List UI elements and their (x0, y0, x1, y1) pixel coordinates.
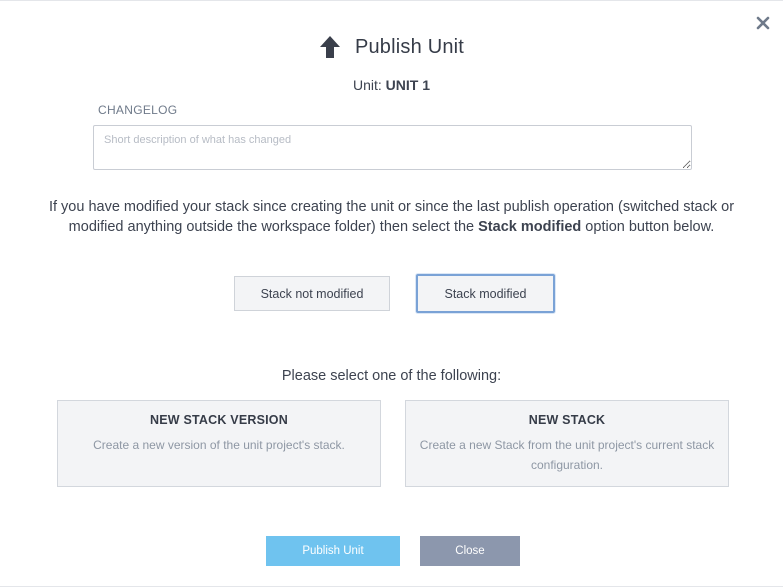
publish-unit-button[interactable]: Publish Unit (266, 536, 400, 566)
stack-modified-button[interactable]: Stack modified (416, 274, 555, 313)
changelog-label: CHANGELOG (98, 103, 178, 117)
new-stack-card[interactable]: NEW STACK Create a new Stack from the un… (405, 400, 729, 487)
card-title: NEW STACK (528, 413, 606, 427)
info-text-after: option button below. (581, 219, 715, 235)
unit-label: Unit: (352, 77, 386, 93)
changelog-input[interactable] (93, 125, 692, 170)
select-prompt: Please select one of the following: (281, 368, 502, 384)
close-button[interactable]: Close (420, 536, 520, 566)
unit-line: Unit: UNIT 1 (0, 77, 783, 93)
card-description: Create a new version of the unit project… (93, 438, 345, 452)
stack-modified-label: Stack modified (444, 286, 527, 301)
publish-unit-dialog: Publish Unit Unit: UNIT 1 CHANGELOG If y… (0, 0, 783, 587)
card-title: NEW STACK VERSION (150, 413, 288, 427)
dialog-header: Publish Unit (0, 35, 783, 59)
unit-name: UNIT 1 (385, 77, 431, 93)
card-description: Create a new Stack from the unit project… (419, 438, 715, 472)
stack-not-modified-button[interactable]: Stack not modified (234, 276, 390, 311)
stack-not-modified-label: Stack not modified (260, 286, 364, 301)
stack-info-text: If you have modified your stack since cr… (40, 197, 743, 237)
up-arrow-icon (319, 36, 340, 58)
close-icon[interactable] (755, 15, 771, 31)
dialog-title: Publish Unit (354, 35, 465, 58)
info-text-bold: Stack modified (478, 219, 582, 235)
new-stack-version-card[interactable]: NEW STACK VERSION Create a new version o… (57, 400, 381, 487)
